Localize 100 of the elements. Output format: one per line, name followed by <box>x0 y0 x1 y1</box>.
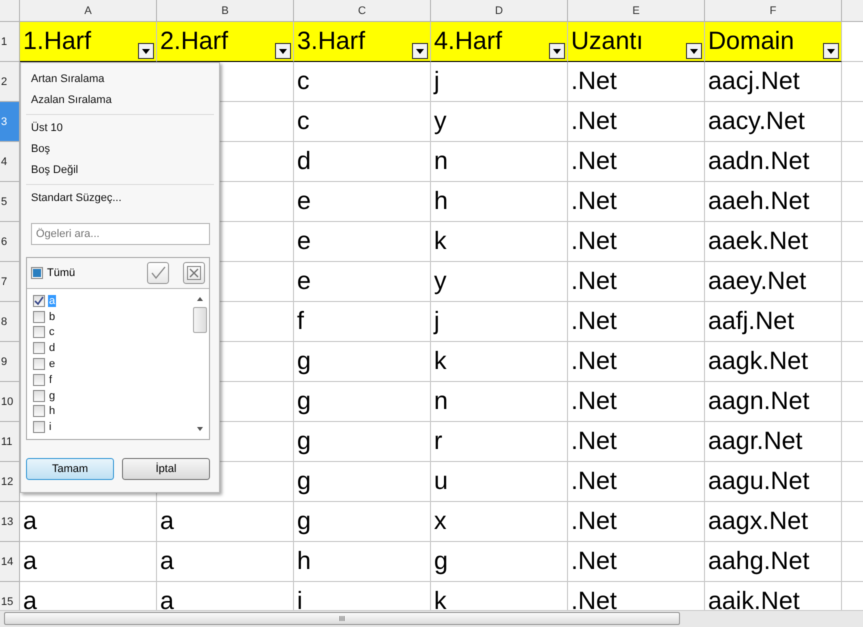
row-header[interactable]: 5 <box>0 182 20 222</box>
column-header[interactable]: C <box>294 0 431 21</box>
table-cell: g <box>294 462 431 502</box>
column-header[interactable]: B <box>157 0 294 21</box>
column-header[interactable]: E <box>568 0 705 21</box>
list-item[interactable]: b <box>48 310 56 323</box>
column-header[interactable]: F <box>705 0 842 21</box>
caret-icon <box>416 48 424 54</box>
table-cell: aacy.Net <box>705 102 842 142</box>
header-label: 3.Harf <box>297 27 366 56</box>
table-cell: e <box>294 182 431 222</box>
table-cell: aaey.Net <box>705 262 842 302</box>
table-cell: a <box>20 542 157 582</box>
row-header[interactable]: 7 <box>0 262 20 302</box>
menu-item[interactable]: Artan Sıralama <box>26 69 214 90</box>
uncheck-all-button[interactable] <box>183 262 205 284</box>
table-cell: e <box>294 222 431 262</box>
menu-item[interactable]: Standart Süzgeç... <box>26 188 214 209</box>
table-cell: .Net <box>568 502 705 542</box>
table-cell: aagn.Net <box>705 382 842 422</box>
checkbox[interactable] <box>33 294 45 307</box>
row-header[interactable]: 8 <box>0 302 20 342</box>
table-cell: g <box>294 382 431 422</box>
table-cell: .Net <box>568 342 705 382</box>
list-item[interactable]: h <box>48 405 56 418</box>
row-header[interactable]: 9 <box>0 342 20 382</box>
filter-dropdown-button[interactable] <box>275 43 291 59</box>
list-item[interactable]: e <box>48 358 56 370</box>
list-item[interactable]: i <box>48 421 52 434</box>
table-cell: a <box>157 542 294 582</box>
table-cell: g <box>294 422 431 462</box>
table-cell: n <box>431 382 568 422</box>
table-cell: c <box>294 102 431 142</box>
caret-icon <box>690 48 698 54</box>
caret-icon <box>279 48 287 54</box>
checkbox[interactable] <box>33 326 45 338</box>
row-header[interactable]: 13 <box>0 502 20 542</box>
filter-dropdown-button[interactable] <box>823 43 839 59</box>
list-item[interactable]: f <box>48 374 54 386</box>
row-header[interactable]: 14 <box>0 542 20 582</box>
checkbox[interactable] <box>33 310 45 323</box>
scroll-down-icon <box>197 427 203 431</box>
list-item[interactable]: c <box>48 326 56 338</box>
menu-item[interactable]: Azalan Sıralama <box>26 90 214 111</box>
check-all-button[interactable] <box>147 262 169 284</box>
scroll-up-icon <box>197 297 203 301</box>
tristate-checkbox[interactable] <box>31 267 43 279</box>
table-cell: y <box>431 102 568 142</box>
table-cell: a <box>20 502 157 542</box>
table-cell: .Net <box>568 422 705 462</box>
header-label: Domain <box>708 27 794 56</box>
table-cell: j <box>431 62 568 102</box>
row-header[interactable]: 10 <box>0 382 20 422</box>
horizontal-scrollbar[interactable] <box>0 610 863 627</box>
cancel-button[interactable]: İptal <box>122 458 210 480</box>
column-header[interactable]: A <box>20 0 157 21</box>
table-cell: k <box>431 222 568 262</box>
table-cell: f <box>294 302 431 342</box>
table-cell: c <box>294 62 431 102</box>
table-cell: k <box>431 342 568 382</box>
table-cell: aaeh.Net <box>705 182 842 222</box>
filter-dropdown-button[interactable] <box>138 43 154 59</box>
table-cell: a <box>157 502 294 542</box>
table-cell: .Net <box>568 142 705 182</box>
table-cell: e <box>294 262 431 302</box>
table-cell: aahg.Net <box>705 542 842 582</box>
list-item[interactable]: d <box>48 342 56 354</box>
row-header[interactable]: 15 <box>0 582 20 610</box>
row-header[interactable]: 6 <box>0 222 20 262</box>
table-cell: r <box>431 422 568 462</box>
filter-dropdown-button[interactable] <box>549 43 565 59</box>
caret-icon <box>553 48 561 54</box>
row-header[interactable]: 4 <box>0 142 20 182</box>
list-item[interactable]: g <box>48 390 56 402</box>
search-field[interactable]: Ögeleri ara... <box>31 223 210 245</box>
filter-dropdown-button[interactable] <box>412 43 428 59</box>
row-header[interactable]: 11 <box>0 422 20 462</box>
menu-item[interactable]: Boş Değil <box>26 160 214 181</box>
checkbox[interactable] <box>33 421 45 434</box>
checkbox[interactable] <box>33 342 45 354</box>
checkbox[interactable] <box>33 405 45 418</box>
menu-item[interactable]: Boş <box>26 139 214 160</box>
checkbox[interactable] <box>33 374 45 386</box>
header-label: Uzantı <box>571 27 644 56</box>
column-header[interactable]: D <box>431 0 568 21</box>
menu-item[interactable]: Üst 10 <box>26 118 214 139</box>
header-label: 2.Harf <box>160 27 228 56</box>
filter-dropdown-button[interactable] <box>686 43 702 59</box>
caret-icon <box>142 48 150 54</box>
ok-button[interactable]: Tamam <box>26 458 114 480</box>
row-header[interactable]: 1 <box>0 22 20 62</box>
checkbox[interactable] <box>33 390 45 402</box>
row-header[interactable]: 2 <box>0 62 20 102</box>
table-cell: .Net <box>568 182 705 222</box>
row-header[interactable]: 12 <box>0 462 20 502</box>
checkbox[interactable] <box>33 358 45 370</box>
table-cell: j <box>431 302 568 342</box>
table-cell: h <box>294 542 431 582</box>
table-cell: g <box>294 502 431 542</box>
table-cell: .Net <box>568 222 705 262</box>
